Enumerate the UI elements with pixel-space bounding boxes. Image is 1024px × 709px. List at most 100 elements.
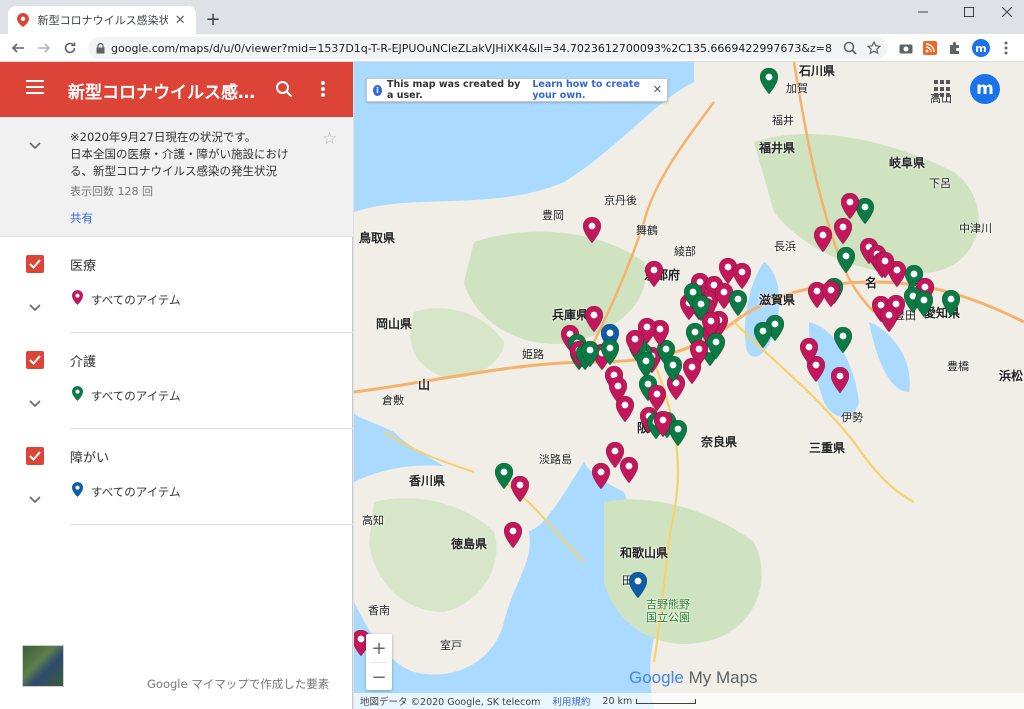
- extensions-puzzle-icon[interactable]: [947, 40, 963, 56]
- chevron-down-icon[interactable]: [29, 135, 43, 150]
- bookmark-star-icon[interactable]: [866, 40, 882, 56]
- google-mymaps-logo: Google My Maps: [629, 668, 758, 688]
- map-label: 浜松: [999, 369, 1024, 383]
- google-apps-icon[interactable]: [934, 80, 952, 98]
- map-label: 中津川: [959, 222, 992, 235]
- map-marker[interactable]: [728, 289, 748, 317]
- map-label: 国立公園: [646, 611, 690, 624]
- map-label: 香川県: [409, 474, 446, 488]
- map-marker[interactable]: [619, 456, 639, 484]
- back-icon[interactable]: [8, 38, 28, 58]
- map-label: 姫路: [522, 348, 544, 361]
- map-label: 舞鶴: [636, 224, 658, 237]
- layer-all-items-link[interactable]: すべてのアイテム: [91, 292, 181, 308]
- share-link[interactable]: 共有: [70, 210, 93, 226]
- map-label: 三重県: [809, 441, 846, 455]
- map-marker[interactable]: [580, 340, 600, 368]
- search-icon[interactable]: [275, 80, 295, 100]
- map-side-panel: 新型コロナウイルス感… ※2020年9月27日現在の状況です。 日本全国の医療・…: [0, 62, 353, 709]
- learn-more-link[interactable]: Learn how to create your own.: [532, 79, 667, 101]
- map-marker[interactable]: [503, 521, 523, 549]
- map-marker[interactable]: [875, 251, 895, 279]
- user-map-notice: i This map was created by a user. Learn …: [366, 78, 668, 102]
- map-label: 福井県: [759, 141, 796, 155]
- mymaps-footer[interactable]: Google マイマップで作成した要素: [147, 676, 329, 692]
- map-marker[interactable]: [600, 338, 620, 366]
- map-marker[interactable]: [644, 260, 664, 288]
- map-marker[interactable]: [732, 262, 752, 290]
- map-marker[interactable]: [759, 67, 779, 95]
- map-label: 徳島県: [451, 537, 488, 551]
- attribution-text: 地図データ ©2020 Google, SK telecom: [360, 697, 541, 708]
- account-avatar[interactable]: m: [970, 74, 1000, 104]
- map-canvas[interactable]: 石川県 加賀 福井県 福井 岐阜県 下呂 高山 中津川 鳥取県 京丹後 豊岡 舞…: [354, 62, 1024, 709]
- zoom-out-button[interactable]: −: [366, 663, 392, 691]
- divider: [70, 524, 353, 525]
- profile-avatar[interactable]: m: [972, 39, 990, 57]
- rss-extension-icon[interactable]: [922, 40, 938, 56]
- chevron-down-icon[interactable]: [29, 393, 43, 408]
- zoom-icon[interactable]: [842, 40, 858, 56]
- zoom-in-button[interactable]: +: [366, 634, 392, 662]
- map-marker[interactable]: [836, 246, 856, 274]
- map-marker[interactable]: [821, 280, 841, 308]
- map-marker[interactable]: [941, 289, 961, 317]
- tab-close-icon[interactable]: ✕: [172, 13, 188, 28]
- map-label: 綾部: [674, 245, 696, 258]
- layer-all-items-link[interactable]: すべてのアイテム: [91, 388, 181, 404]
- map-marker[interactable]: [813, 225, 833, 253]
- layer-all-items-link[interactable]: すべてのアイテム: [91, 484, 181, 500]
- map-marker[interactable]: [628, 571, 648, 599]
- map-marker[interactable]: [668, 419, 688, 447]
- chevron-down-icon[interactable]: [29, 489, 43, 504]
- more-options-icon[interactable]: [320, 80, 330, 100]
- camera-extension-icon[interactable]: [898, 40, 914, 56]
- map-marker[interactable]: [582, 216, 602, 244]
- star-icon[interactable]: ☆: [322, 129, 337, 149]
- map-marker[interactable]: [584, 305, 604, 333]
- map-marker[interactable]: [840, 192, 860, 220]
- map-marker[interactable]: [625, 329, 645, 357]
- reload-icon[interactable]: [60, 38, 80, 58]
- description-line: 日本全国の医療・介護・障がい施設におけ: [70, 147, 289, 161]
- layer-checkbox[interactable]: [26, 255, 44, 273]
- map-label: 滋賀県: [759, 293, 796, 307]
- chevron-down-icon[interactable]: [29, 297, 43, 312]
- map-marker[interactable]: [833, 326, 853, 354]
- map-marker[interactable]: [830, 366, 850, 394]
- description-line: ※2020年9月27日現在の状況です。: [70, 130, 257, 144]
- map-pin-icon: [72, 290, 83, 309]
- map-description: ※2020年9月27日現在の状況です。 日本全国の医療・介護・障がい施設におけ …: [0, 117, 353, 237]
- browser-tab[interactable]: 新型コロナウイルス感染状況（医療 ✕: [8, 6, 196, 34]
- menu-icon[interactable]: [26, 80, 44, 94]
- maximize-icon[interactable]: [958, 4, 980, 20]
- map-marker[interactable]: [663, 355, 683, 383]
- close-icon[interactable]: ✕: [653, 83, 662, 96]
- map-marker[interactable]: [914, 290, 934, 318]
- basemap-thumbnail[interactable]: [22, 645, 64, 687]
- new-tab-icon[interactable]: +: [203, 9, 223, 30]
- address-bar[interactable]: google.com/maps/d/u/0/viewer?mid=1537D1q…: [88, 37, 888, 59]
- terms-link[interactable]: 利用規約: [552, 694, 590, 708]
- map-pin-icon: [72, 386, 83, 405]
- map-marker[interactable]: [753, 321, 773, 349]
- map-marker[interactable]: [615, 395, 635, 423]
- map-marker[interactable]: [682, 357, 702, 385]
- layer-checkbox[interactable]: [26, 351, 44, 369]
- map-marker[interactable]: [591, 462, 611, 490]
- layer-checkbox[interactable]: [26, 447, 44, 465]
- map-label: 下呂: [929, 177, 951, 190]
- minimize-icon[interactable]: [912, 4, 934, 20]
- map-marker[interactable]: [879, 305, 899, 333]
- browser-menu-icon[interactable]: [998, 40, 1014, 56]
- close-window-icon[interactable]: [996, 4, 1018, 20]
- map-marker[interactable]: [833, 217, 853, 245]
- map-label: 鳥取県: [359, 231, 396, 245]
- map-label: 奈良県: [701, 435, 738, 449]
- map-marker[interactable]: [706, 332, 726, 360]
- map-marker[interactable]: [510, 475, 530, 503]
- map-marker[interactable]: [799, 337, 819, 365]
- description-line: る、新型コロナウイルス感染の発生状況: [70, 164, 277, 178]
- map-label: 長浜: [774, 240, 796, 253]
- forward-icon[interactable]: [34, 38, 54, 58]
